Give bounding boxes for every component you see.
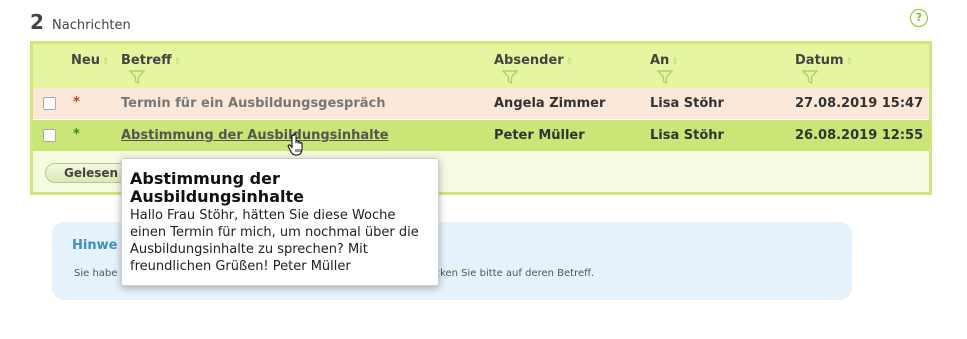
sort-icon[interactable]: ⇕ bbox=[846, 57, 854, 67]
message-recipient: Lisa Stöhr bbox=[650, 128, 724, 143]
message-subject[interactable]: Termin für ein Ausbildungsgespräch bbox=[121, 96, 386, 111]
filter-icon[interactable] bbox=[129, 70, 145, 84]
sort-icon[interactable]: ⇕ bbox=[566, 57, 574, 67]
sort-icon[interactable]: ⇕ bbox=[174, 57, 182, 67]
unread-marker: * bbox=[73, 95, 80, 110]
message-subject[interactable]: Abstimmung der Ausbildungsinhalte bbox=[121, 128, 389, 143]
column-header-subject[interactable]: Betreff ⇕ bbox=[121, 53, 181, 68]
tooltip-title: Abstimmung der Ausbildungsinhalte bbox=[130, 169, 304, 206]
help-icon[interactable]: ? bbox=[910, 9, 928, 27]
filter-icon[interactable] bbox=[502, 70, 518, 84]
hint-text-start: Sie habe bbox=[74, 268, 118, 279]
tooltip-body: Hallo Frau Stöhr, hätten Sie diese Woche… bbox=[130, 208, 419, 274]
message-sender: Angela Zimmer bbox=[494, 96, 606, 111]
column-header-sender[interactable]: Absender ⇕ bbox=[494, 53, 573, 68]
row-checkbox[interactable] bbox=[43, 97, 56, 110]
sort-icon[interactable]: ⇕ bbox=[671, 57, 679, 67]
column-header-date[interactable]: Datum ⇕ bbox=[795, 53, 853, 68]
message-date: 26.08.2019 12:55 bbox=[795, 128, 924, 143]
filter-icon[interactable] bbox=[802, 70, 818, 84]
column-header-new[interactable]: Neu ⇕ bbox=[71, 53, 110, 68]
message-count: 2 bbox=[30, 10, 44, 34]
unread-marker: * bbox=[73, 127, 80, 142]
message-count-heading: 2 Nachrichten bbox=[30, 10, 131, 34]
message-date: 27.08.2019 15:47 bbox=[795, 96, 924, 111]
table-row[interactable]: * Termin für ein Ausbildungsgespräch Ang… bbox=[33, 88, 929, 120]
table-row[interactable]: * Abstimmung der Ausbildungsinhalte Pete… bbox=[33, 120, 929, 151]
message-preview-tooltip: Abstimmung der Ausbildungsinhalte Hallo … bbox=[121, 158, 439, 286]
filter-icon[interactable] bbox=[657, 70, 673, 84]
message-count-label: Nachrichten bbox=[52, 18, 131, 33]
table-header-row: Neu ⇕ Betreff ⇕ Absender ⇕ An ⇕ Datum ⇕ bbox=[33, 44, 929, 88]
hint-title: Hinwe bbox=[72, 238, 118, 253]
hand-cursor-icon bbox=[287, 133, 303, 156]
message-recipient: Lisa Stöhr bbox=[650, 96, 724, 111]
message-sender: Peter Müller bbox=[494, 128, 585, 143]
column-header-to[interactable]: An ⇕ bbox=[650, 53, 679, 68]
sort-icon[interactable]: ⇕ bbox=[102, 57, 110, 67]
row-checkbox[interactable] bbox=[43, 129, 56, 142]
